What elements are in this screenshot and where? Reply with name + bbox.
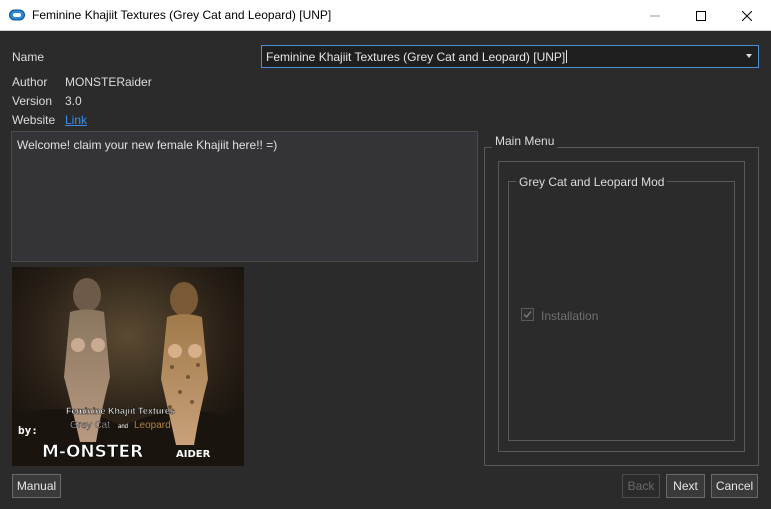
- close-button[interactable]: [724, 0, 770, 31]
- name-value: Feminine Khajiit Textures (Grey Cat and …: [266, 50, 568, 64]
- app-logo-icon: [9, 9, 25, 21]
- preview-subtitle-and: and: [118, 424, 128, 430]
- maximize-icon: [696, 10, 706, 21]
- checkmark-icon: [523, 311, 532, 319]
- preview-brand: M-ONSTER: [42, 442, 143, 462]
- website-label: Website: [12, 113, 56, 127]
- name-combobox[interactable]: Feminine Khajiit Textures (Grey Cat and …: [261, 45, 759, 68]
- version-value: 3.0: [65, 94, 82, 108]
- mod-group-label: Grey Cat and Leopard Mod: [516, 175, 668, 189]
- preview-by: by:: [18, 424, 38, 437]
- window-titlebar[interactable]: Feminine Khajiit Textures (Grey Cat and …: [0, 0, 771, 31]
- installation-checkbox[interactable]: [521, 308, 534, 321]
- chevron-down-icon[interactable]: [746, 54, 752, 58]
- main-menu-label: Main Menu: [492, 134, 558, 148]
- next-button[interactable]: Next: [666, 474, 705, 498]
- name-label: Name: [12, 50, 45, 64]
- close-icon: [742, 10, 752, 21]
- back-button[interactable]: Back: [622, 474, 660, 498]
- author-value: MONSTERaider: [65, 75, 152, 89]
- minimize-icon: [650, 15, 660, 16]
- preview-subtitle-b: Leopard: [134, 420, 171, 431]
- description-box[interactable]: Welcome! claim your new female Khajiit h…: [11, 131, 478, 262]
- maximize-button[interactable]: [678, 0, 724, 31]
- cancel-button[interactable]: Cancel: [711, 474, 758, 498]
- preview-subtitle-a: Grey Cat: [70, 420, 110, 431]
- installation-label: Installation: [541, 309, 599, 323]
- preview-artwork: Feminine Khajiit Textures Grey Cat and L…: [12, 267, 244, 466]
- window-title: Feminine Khajiit Textures (Grey Cat and …: [32, 8, 332, 22]
- preview-brand-suffix: AIDER: [176, 449, 211, 460]
- minimize-button[interactable]: [632, 0, 678, 31]
- manual-button[interactable]: Manual: [12, 474, 61, 498]
- preview-image[interactable]: Feminine Khajiit Textures Grey Cat and L…: [12, 267, 244, 466]
- website-link[interactable]: Link: [65, 113, 87, 127]
- author-label: Author: [12, 75, 48, 89]
- version-label: Version: [12, 94, 53, 108]
- description-text: Welcome! claim your new female Khajiit h…: [17, 138, 278, 152]
- preview-title: Feminine Khajiit Textures: [66, 406, 175, 416]
